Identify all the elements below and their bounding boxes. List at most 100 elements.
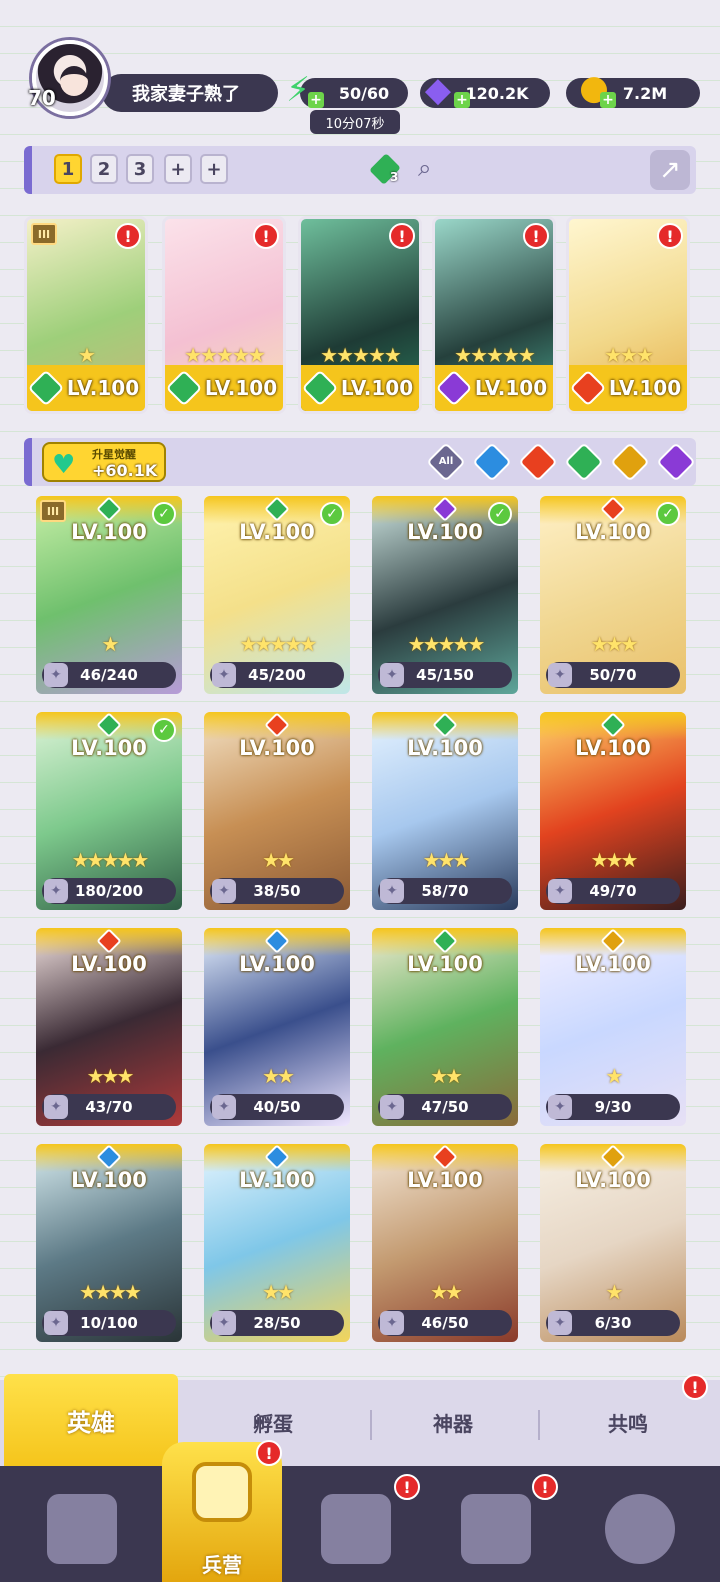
energy-timer: 10分07秒: [310, 110, 400, 134]
hero-card[interactable]: LV.100 ★★★ ✦ 58/70: [372, 712, 518, 910]
add-energy-button[interactable]: +: [308, 92, 324, 108]
fragment-progress: ✦ 46/50: [378, 1310, 512, 1336]
puzzle-piece-icon: ✦: [44, 1311, 68, 1335]
team-hero-card[interactable]: ★★★ LV.100 !: [566, 216, 690, 414]
tab-resonance[interactable]: 共鸣: [540, 1402, 716, 1442]
check-icon: ✓: [152, 502, 176, 526]
team-hero-card[interactable]: ★ LV.100 ! III: [24, 216, 148, 414]
filter-dark-icon[interactable]: [656, 442, 696, 482]
hero-stars: ★★★★★: [239, 632, 318, 656]
team-tab-3[interactable]: 3: [126, 154, 154, 184]
alert-icon: !: [523, 223, 549, 249]
hero-stars: ★★: [430, 1280, 463, 1304]
fragment-progress: ✦ 40/50: [210, 1094, 344, 1120]
team-tab-2[interactable]: 2: [90, 154, 118, 184]
check-icon: ✓: [656, 502, 680, 526]
hero-card[interactable]: LV.100 ★★ ✦ 28/50: [204, 1144, 350, 1342]
puzzle-piece-icon: ✦: [548, 663, 572, 687]
rank-badge: III: [40, 500, 66, 522]
guild-icon: [605, 1494, 675, 1564]
filter-all-label: All: [438, 456, 454, 467]
nav-map[interactable]: !: [306, 1474, 420, 1574]
fragment-count: 50/70: [589, 666, 637, 684]
hero-level-bar: LV.100: [435, 365, 553, 411]
hero-stars: ★: [605, 1064, 624, 1088]
gem-value: 120.2K: [465, 83, 529, 103]
alert-icon: !: [657, 223, 683, 249]
team-hero-card[interactable]: ★★★★★ LV.100 !: [162, 216, 286, 414]
add-gems-button[interactable]: +: [454, 92, 470, 108]
hero-card[interactable]: LV.100 ★★★★★ ✦ 45/200 ✓: [204, 496, 350, 694]
barracks-icon: [192, 1462, 252, 1522]
search-icon[interactable]: ⌕: [418, 154, 431, 182]
filter-wind-icon[interactable]: [564, 442, 604, 482]
tab-heroes[interactable]: 英雄: [4, 1374, 178, 1466]
team-hero-card[interactable]: ★★★★★ LV.100 !: [432, 216, 556, 414]
hero-card[interactable]: LV.100 ★★★ ✦ 43/70: [36, 928, 182, 1126]
team-selector-bar: 1 2 3 + + 3 ⌕ ↗: [24, 146, 696, 194]
hero-stars: ★★★: [86, 1064, 135, 1088]
check-icon: ✓: [320, 502, 344, 526]
hero-card[interactable]: LV.100 ★★★★★ ✦ 180/200 ✓: [36, 712, 182, 910]
share-icon: ↗: [659, 155, 681, 185]
tab-hatch[interactable]: 孵蛋: [186, 1402, 360, 1442]
puzzle-piece-icon: ✦: [212, 1095, 236, 1119]
hero-card[interactable]: LV.100 ★ ✦ 6/30: [540, 1144, 686, 1342]
fragment-count: 43/70: [85, 1098, 133, 1116]
hero-stars: ★: [78, 343, 96, 367]
hero-card[interactable]: LV.100 ★★★ ✦ 50/70 ✓: [540, 496, 686, 694]
hero-level: LV.100: [407, 1168, 483, 1192]
filter-fire-icon[interactable]: [518, 442, 558, 482]
hero-card[interactable]: LV.100 ★★ ✦ 38/50: [204, 712, 350, 910]
hero-level: LV.100: [407, 952, 483, 976]
hero-level: LV.100: [340, 376, 414, 400]
map-icon: [321, 1494, 391, 1564]
fragment-count: 6/30: [594, 1314, 632, 1332]
nav-barracks[interactable]: 兵营 !: [162, 1440, 282, 1582]
add-gold-button[interactable]: +: [600, 92, 616, 108]
share-button[interactable]: ↗: [650, 150, 690, 190]
fragment-progress: ✦ 10/100: [42, 1310, 176, 1336]
awaken-label: 升星觉醒: [92, 448, 136, 461]
tab-artifacts[interactable]: 神器: [370, 1402, 536, 1442]
fragment-progress: ✦ 180/200: [42, 878, 176, 904]
nav-shrine[interactable]: !: [446, 1474, 558, 1574]
hero-stars: ★★: [430, 1064, 463, 1088]
puzzle-piece-icon: ✦: [548, 1311, 572, 1335]
team-tab-add-2[interactable]: +: [200, 154, 228, 184]
puzzle-piece-icon: ✦: [548, 879, 572, 903]
fragment-progress: ✦ 43/70: [42, 1094, 176, 1120]
filter-all-button[interactable]: All: [426, 442, 466, 482]
hero-card[interactable]: LV.100 ★ ✦ 9/30: [540, 928, 686, 1126]
hero-level: LV.100: [239, 1168, 315, 1192]
nav-guild[interactable]: [590, 1484, 690, 1574]
hero-card[interactable]: LV.100 ★★★ ✦ 49/70: [540, 712, 686, 910]
player-name: 我家妻子熟了: [102, 74, 278, 112]
hero-card[interactable]: LV.100 ★★ ✦ 47/50: [372, 928, 518, 1126]
hero-card[interactable]: LV.100 ★★ ✦ 40/50: [204, 928, 350, 1126]
hero-card[interactable]: LV.100 ★★★★★ ✦ 45/150 ✓: [372, 496, 518, 694]
hero-level-bar: LV.100: [27, 365, 145, 411]
nav-cards[interactable]: [32, 1484, 132, 1574]
hero-card[interactable]: LV.100 ★★★★ ✦ 10/100: [36, 1144, 182, 1342]
team-tab-1[interactable]: 1: [54, 154, 82, 184]
shrine-alert-icon: !: [532, 1474, 558, 1500]
hero-card[interactable]: LV.100 ★ ✦ 46/240 ✓ III: [36, 496, 182, 694]
fragment-progress: ✦ 50/70: [546, 662, 680, 688]
fragment-count: 28/50: [253, 1314, 301, 1332]
hero-stars: ★★★★★: [407, 632, 486, 656]
player-level: 70: [28, 86, 56, 110]
player-profile[interactable]: 我家妻子熟了 70: [24, 40, 278, 120]
alert-icon: !: [389, 223, 415, 249]
hero-stars: ★★★: [590, 848, 639, 872]
awaken-button[interactable]: ♥ 升星觉醒 +60.1K: [42, 442, 166, 482]
team-tab-add-1[interactable]: +: [164, 154, 192, 184]
hero-stars: ★★: [262, 848, 295, 872]
shrine-icon: [461, 1494, 531, 1564]
filter-water-icon[interactable]: [472, 442, 512, 482]
hero-level-bar: LV.100: [165, 365, 283, 411]
nav-barracks-label: 兵营: [202, 1553, 242, 1577]
team-hero-card[interactable]: ★★★★★ LV.100 !: [298, 216, 422, 414]
hero-card[interactable]: LV.100 ★★ ✦ 46/50: [372, 1144, 518, 1342]
filter-light-icon[interactable]: [610, 442, 650, 482]
